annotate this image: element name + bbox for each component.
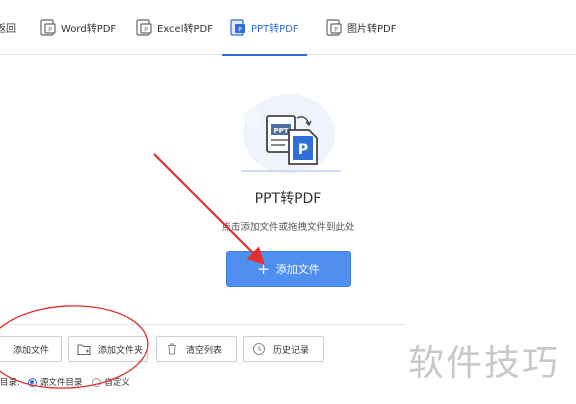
output-directory-options: 目录: 源文件目录 自定义 [0,375,130,389]
tab-label: 返回 [0,24,16,35]
tab-label: Excel转PDF [157,24,213,35]
toolbar-add-file-label: 添加文件 [13,345,50,356]
clock-icon [253,343,265,355]
toolbar-clear-list-label: 清空列表 [186,345,223,356]
svg-text:P: P [144,26,148,33]
tab-back[interactable]: 返回 [0,0,16,55]
toolbar-history-button[interactable]: 历史记录 [243,336,324,362]
radio-source-directory[interactable] [27,377,37,387]
tab-label: Word转PDF [61,24,117,35]
plus-icon: + [257,259,270,278]
tab-image-to-pdf[interactable]: P 图片转PDF [326,0,396,55]
page-title: PPT转PDF [254,191,322,207]
svg-text:P: P [48,26,52,33]
image-file-icon: P [326,18,342,36]
tab-ppt-to-pdf[interactable]: P PPT转PDF [222,0,307,56]
radio-custom-directory[interactable] [92,377,102,387]
ppt-to-pdf-illustration: PPT P [241,94,341,174]
toolbar-add-folder-label: 添加文件夹 [98,345,144,356]
add-file-button[interactable]: + 添加文件 [226,251,351,287]
option-custom-label: 自定义 [104,378,130,388]
divider [0,324,405,325]
tab-label: PPT转PDF [251,24,299,35]
toolbar-history-label: 历史记录 [273,345,310,356]
tab-label: 图片转PDF [347,24,397,35]
svg-text:P: P [238,26,242,33]
toolbar-clear-list-button[interactable]: 清空列表 [156,336,237,362]
ppt-label: PPT [273,127,288,135]
word-file-icon: P [40,18,56,36]
svg-text:P: P [334,26,338,33]
folder-icon [77,344,91,355]
trash-icon [168,343,176,355]
watermark: 软件技巧 [408,343,561,384]
ppt-file-icon: P [230,18,245,36]
toolbar-add-file-button[interactable]: 添加文件 [0,336,62,362]
tab-bar: 返回 P Word转PDF P Excel转PDF P PPT转PDF P 图片… [0,0,576,56]
tab-word-to-pdf[interactable]: P Word转PDF [40,0,116,55]
drop-hint: 点击添加文件或拖拽文件到此处 [221,222,355,233]
option-source-label: 源文件目录 [39,378,83,388]
pdf-label: P [298,142,308,158]
output-label: 目录: [0,378,20,388]
excel-file-icon: P [136,18,152,36]
toolbar-add-folder-button[interactable]: 添加文件夹 [68,336,148,362]
add-file-label: 添加文件 [275,263,320,276]
tab-excel-to-pdf[interactable]: P Excel转PDF [136,0,213,55]
